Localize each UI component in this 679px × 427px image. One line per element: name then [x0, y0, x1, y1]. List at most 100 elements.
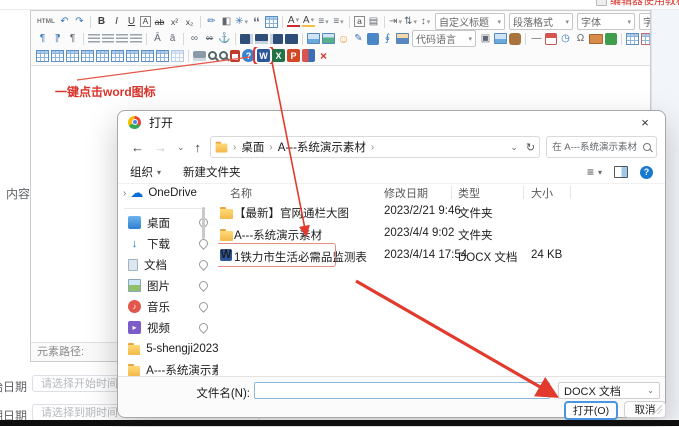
strikethrough-icon[interactable]: ab [153, 15, 166, 29]
import-ppt-icon[interactable]: P [287, 49, 300, 62]
paragraph-spacing-icon[interactable]: ⇅ [404, 15, 417, 29]
font-size-select[interactable]: 字号▾ [639, 13, 650, 30]
bold-icon[interactable]: B [95, 15, 108, 29]
blank-doc-icon[interactable]: ▤ [367, 15, 380, 29]
paragraph-mark-icon[interactable]: ¶ [66, 32, 79, 46]
rtl-paragraph-icon[interactable]: ¶ [51, 32, 64, 46]
ltr-paragraph-icon[interactable]: ¶ [36, 32, 49, 46]
sidebar-item-folder[interactable]: A---系统演示素 [118, 359, 218, 377]
undo-icon[interactable]: ↶ [58, 15, 71, 29]
filetype-select[interactable]: DOCX 文档 ⌄ [558, 382, 660, 399]
template-icon[interactable] [605, 33, 617, 45]
align-left-icon[interactable] [88, 34, 100, 43]
sidebar-item-onedrive[interactable]: › ☁ OneDrive [118, 183, 218, 203]
sidebar-item-folder[interactable]: 5-shengji2023( [118, 338, 218, 359]
insert-table-icon[interactable] [626, 33, 639, 45]
line-height-icon[interactable]: ↕ [419, 15, 432, 29]
image-manager-icon[interactable] [322, 33, 335, 44]
sidebar-item-music[interactable]: ♪音乐 [118, 296, 218, 317]
redo-icon[interactable]: ↷ [73, 15, 86, 29]
filename-input[interactable] [254, 382, 550, 399]
word-spacing-icon[interactable]: ā [166, 32, 179, 46]
subscript-icon[interactable]: x₂ [183, 15, 196, 29]
paragraph-format-select[interactable]: 段落格式▾ [509, 13, 573, 30]
import-word-icon[interactable]: W [257, 49, 270, 62]
sidebar-scrollbar[interactable] [202, 207, 205, 239]
blockquote-icon[interactable]: “ [250, 15, 263, 29]
lowercase-icon[interactable]: a [354, 16, 365, 27]
anchor-icon[interactable]: ⚓ [218, 32, 231, 46]
expander-icon[interactable]: › [123, 188, 126, 199]
code-language-select[interactable]: 代码语言▾ [412, 30, 476, 47]
unordered-list-icon[interactable]: ≡ [332, 15, 345, 29]
address-dropdown-icon[interactable]: ⌄ [510, 142, 518, 153]
map-icon[interactable] [494, 33, 507, 44]
help-icon[interactable]: ? [242, 49, 255, 62]
back-icon[interactable]: ← [131, 140, 144, 155]
insert-code-icon[interactable]: ▣ [479, 32, 492, 46]
background-icon[interactable] [367, 33, 379, 45]
print-icon[interactable] [193, 51, 206, 61]
column-header-3[interactable]: 类型 [458, 185, 480, 201]
date-icon[interactable] [545, 33, 557, 45]
image-block-icon[interactable] [285, 34, 298, 44]
attachment-icon[interactable]: ∮ [381, 32, 394, 46]
table-split-cell-icon[interactable] [111, 50, 124, 62]
table-delete-col-icon[interactable] [81, 50, 94, 62]
remove-format-icon[interactable]: ◧ [220, 15, 233, 29]
link-icon[interactable]: ∞ [188, 32, 201, 46]
breadcrumb-segment[interactable]: A---系统演示素材 [278, 139, 366, 155]
snapshot-icon[interactable] [396, 33, 409, 44]
table-merge-down-icon[interactable] [141, 50, 154, 62]
new-folder-button[interactable]: 新建文件夹 [183, 164, 241, 180]
letter-spacing-icon[interactable]: Ā [151, 32, 164, 46]
baidu-map-icon[interactable] [509, 33, 521, 45]
screenshot-icon[interactable] [302, 49, 315, 62]
breadcrumb-segment[interactable]: 桌面 [241, 139, 264, 155]
image-float-right-icon[interactable] [270, 34, 283, 44]
align-center-icon[interactable] [102, 34, 114, 43]
open-button[interactable]: 打开(O) [564, 401, 618, 420]
preview-icon[interactable] [208, 51, 217, 60]
search-input[interactable] [547, 137, 656, 157]
insert-image-icon[interactable] [307, 33, 320, 44]
unlink-icon[interactable]: ∞ [203, 32, 216, 46]
background-color-icon[interactable]: A [302, 16, 315, 27]
font-color-icon[interactable]: A [287, 16, 300, 27]
insert-frame-icon[interactable] [265, 16, 278, 28]
file-row[interactable]: A---系统演示素材2023/4/4 9:02文件夹 [218, 223, 663, 245]
superscript-icon[interactable]: x² [168, 15, 181, 29]
sidebar-item-pictures[interactable]: 图片 [118, 275, 218, 296]
column-header-1[interactable]: 名称 [230, 185, 252, 201]
auto-typeset-icon[interactable]: ✳ [235, 15, 248, 29]
table-merge-cells-icon[interactable] [96, 50, 109, 62]
align-right-icon[interactable] [116, 34, 128, 43]
custom-title-select[interactable]: 自定义标题▾ [435, 13, 505, 30]
view-options-button[interactable]: ≡ ▾ [587, 165, 602, 179]
file-row[interactable]: 【最新】官网通栏大图2023/2/21 9:46文件夹 [218, 201, 663, 223]
close-icon[interactable]: × [625, 111, 665, 133]
corner-note-text[interactable]: 编辑器使用教程 [610, 0, 679, 8]
column-header-2[interactable]: 修改日期 [384, 185, 428, 201]
char-border-icon[interactable]: A [140, 16, 151, 27]
info-icon[interactable]: ? [640, 166, 653, 179]
font-family-select[interactable]: 字体▾ [577, 13, 635, 30]
column-header-4[interactable]: 大小 [531, 185, 553, 201]
emoji-icon[interactable]: ☺ [337, 32, 350, 46]
underline-icon[interactable]: U [125, 15, 138, 29]
table-merge-right-icon[interactable] [126, 50, 139, 62]
delete-table-icon[interactable] [641, 33, 650, 45]
file-row[interactable]: W1铁力市生活必需品监测表2023/4/14 17:54DOCX 文档24 KB [218, 245, 663, 267]
resize-grip[interactable] [652, 404, 662, 414]
table-sort-icon[interactable] [171, 50, 184, 62]
table-insert-col-icon[interactable] [51, 50, 64, 62]
image-center-icon[interactable] [255, 34, 268, 44]
paste-icon[interactable] [230, 50, 240, 62]
table-delete-row-icon[interactable] [66, 50, 79, 62]
indent-icon[interactable]: ⇥ [389, 15, 402, 29]
sidebar-item-videos[interactable]: ▸视频 [118, 317, 218, 338]
scrawl-icon[interactable]: ✎ [352, 32, 365, 46]
search-replace-icon[interactable] [219, 51, 228, 60]
horizontal-rule-icon[interactable]: — [530, 32, 543, 46]
preview-pane-icon[interactable] [614, 166, 628, 178]
